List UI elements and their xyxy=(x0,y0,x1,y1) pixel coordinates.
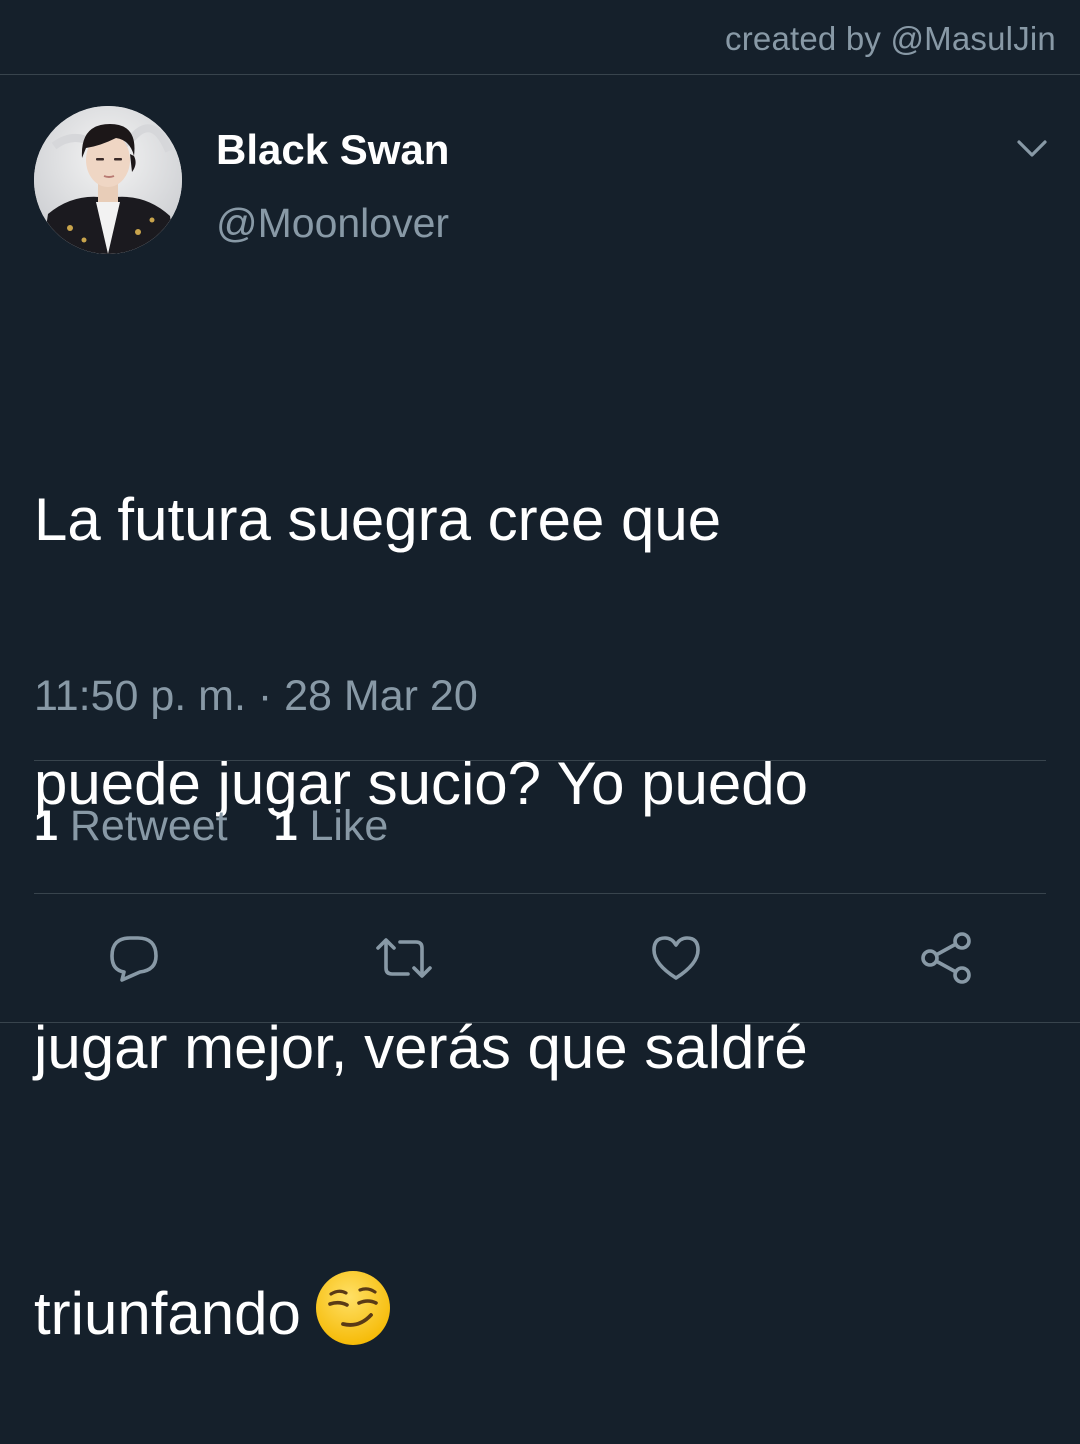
retweet-count: 1 xyxy=(34,802,58,850)
heart-icon[interactable] xyxy=(648,930,704,986)
user-handle[interactable]: @Moonlover xyxy=(216,200,449,247)
avatar-image xyxy=(34,106,182,254)
tweet-text-line: jugar mejor, verás que saldré xyxy=(34,1014,808,1081)
divider xyxy=(34,760,1046,761)
display-name[interactable]: Black Swan xyxy=(216,126,449,174)
credit-text: created by @MasulJin xyxy=(725,20,1056,57)
tweet-text-line-last: triunfando😏 xyxy=(34,1268,1044,1356)
retweet-label: Retweet xyxy=(69,802,228,850)
tweet-timestamp[interactable]: 11:50 p. m. · 28 Mar 20 xyxy=(34,672,478,721)
avatar[interactable] xyxy=(34,106,182,254)
engagement-stats: 1 Retweet 1 Like xyxy=(34,802,388,851)
chevron-down-icon[interactable] xyxy=(1014,130,1050,166)
tweet-text-line: La futura suegra cree que xyxy=(34,486,722,553)
share-icon[interactable] xyxy=(918,930,974,986)
like-label: Like xyxy=(309,802,389,850)
credit-bar: created by @MasulJin xyxy=(0,0,1080,75)
like-stat[interactable]: 1 Like xyxy=(274,802,389,851)
retweet-stat[interactable]: 1 Retweet xyxy=(34,802,228,851)
tweet-text-line: triunfando xyxy=(34,1280,301,1347)
retweet-icon[interactable] xyxy=(374,930,432,986)
like-count: 1 xyxy=(273,802,298,850)
reply-icon[interactable] xyxy=(106,930,162,986)
tweet-text: La futura suegra cree que puede jugar su… xyxy=(34,300,1044,1444)
smirk-emoji-icon: 😏 xyxy=(313,1268,393,1348)
divider xyxy=(34,893,1046,894)
divider xyxy=(0,1022,1080,1023)
